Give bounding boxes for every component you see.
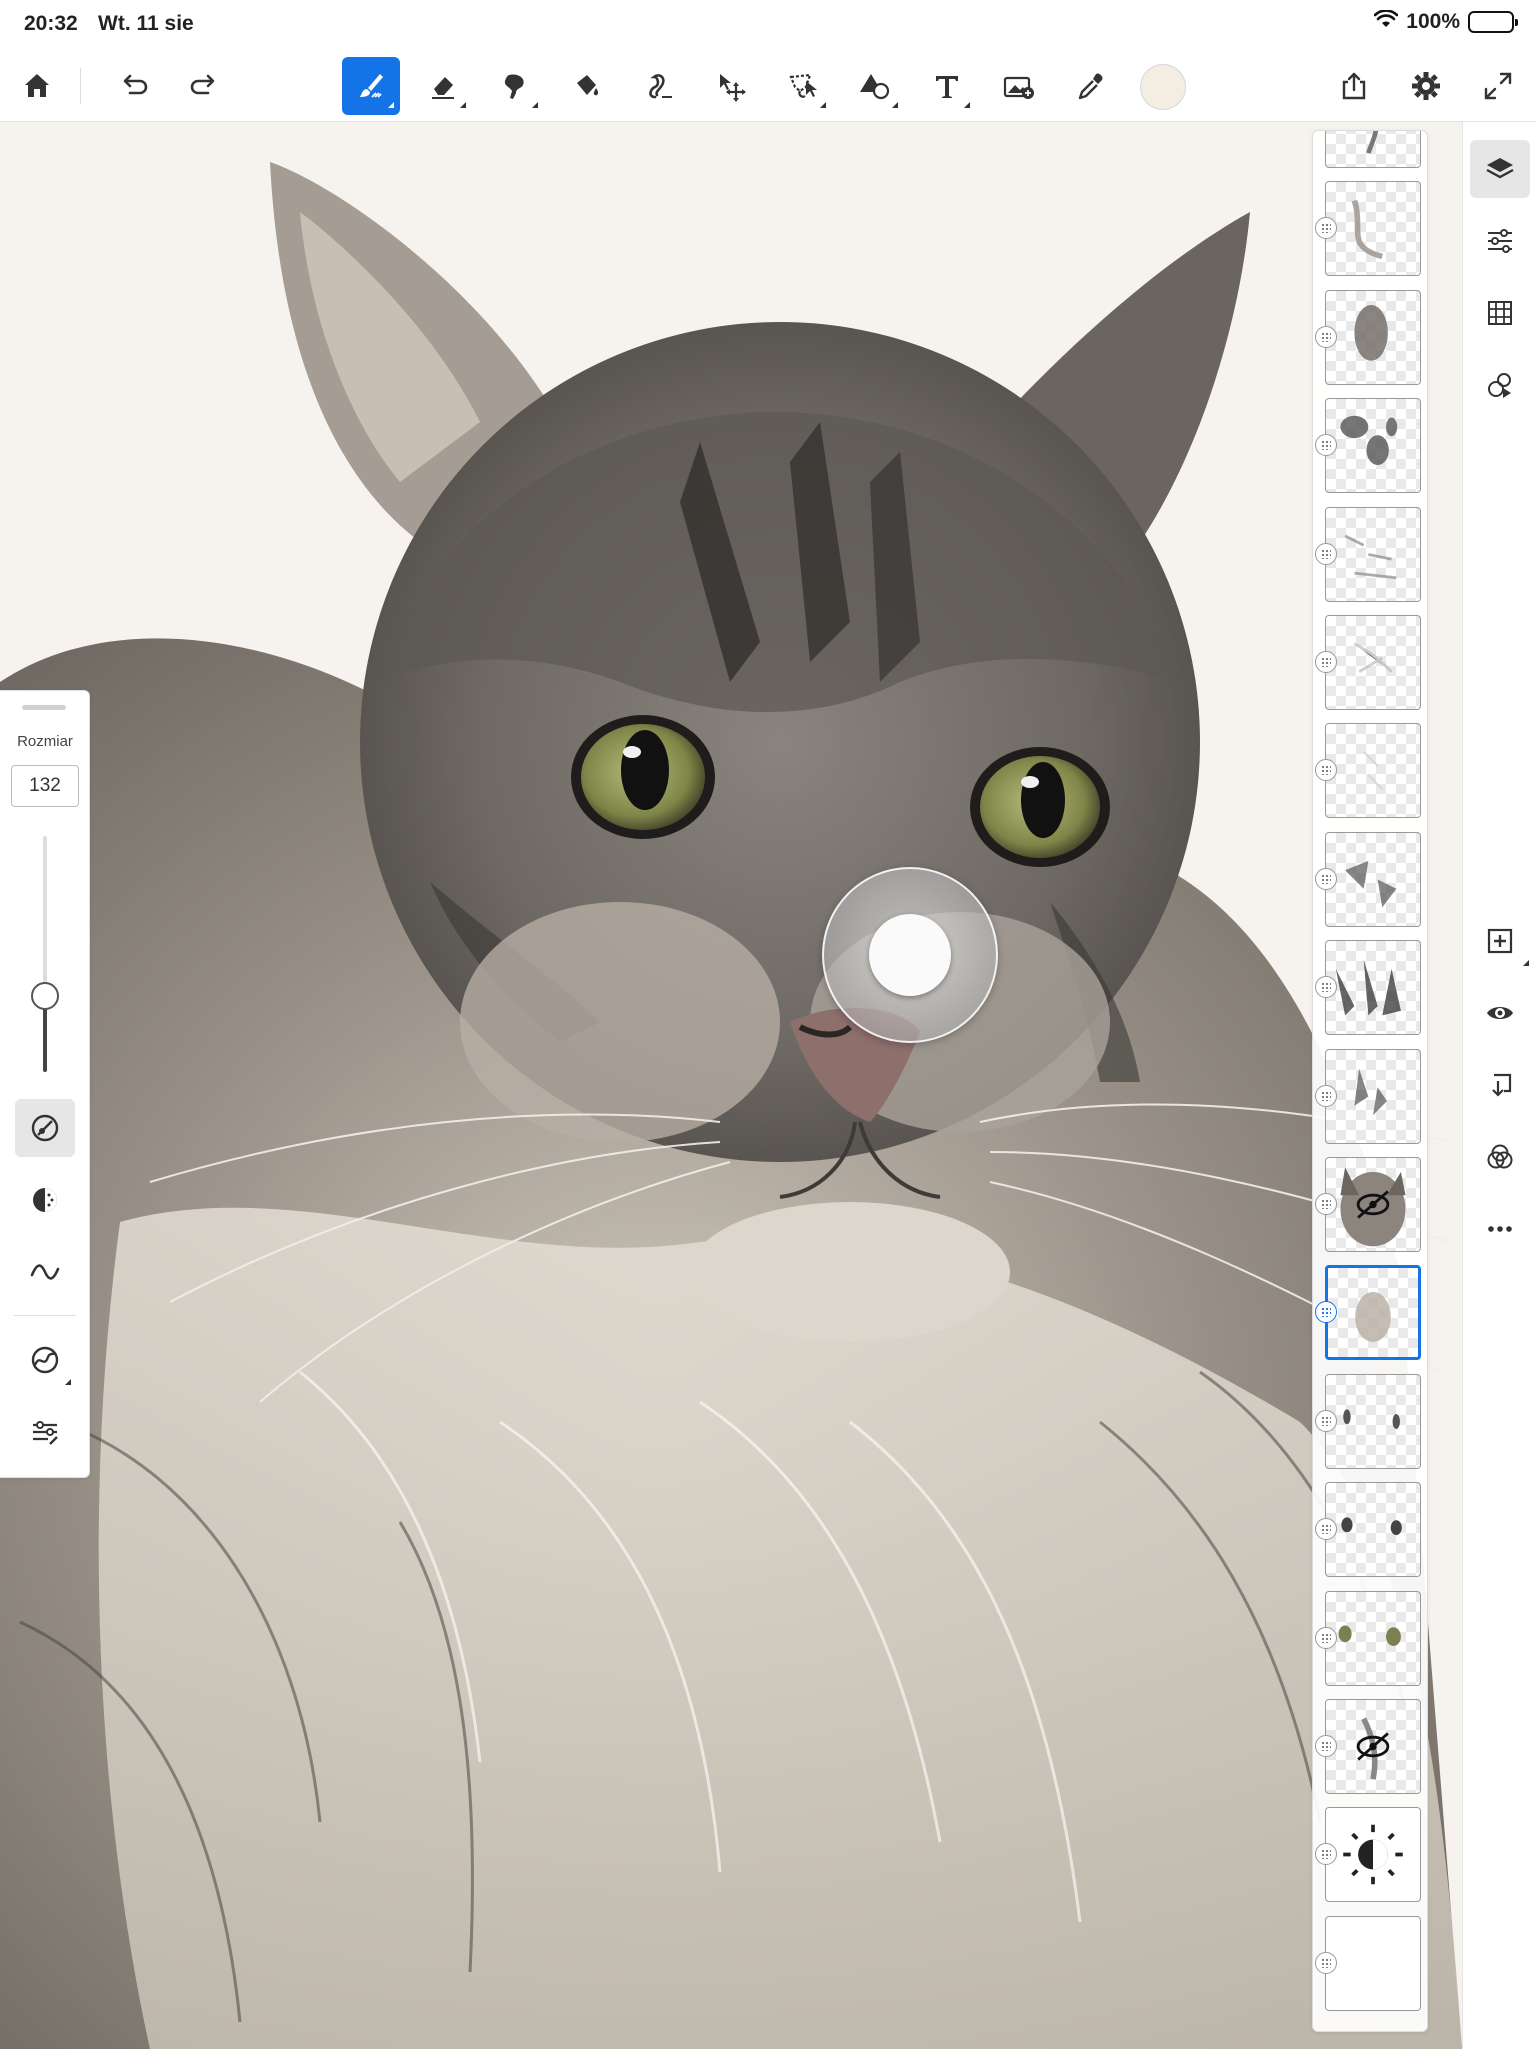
layer-thumbnail[interactable] [1325, 723, 1421, 819]
tool-options-indicator [820, 102, 826, 108]
eyedropper-icon[interactable] [1062, 57, 1120, 115]
layer-thumbnail[interactable] [1325, 181, 1421, 277]
tool-options-indicator [65, 1379, 71, 1385]
redo-icon[interactable] [176, 57, 234, 115]
add-image-icon[interactable] [990, 57, 1048, 115]
size-label: Rozmiar [17, 733, 73, 750]
tool-options-indicator [532, 102, 538, 108]
move-transform-icon[interactable] [702, 57, 760, 115]
layer-drag-handle[interactable] [1315, 542, 1337, 565]
touch-indicator [822, 867, 998, 1043]
cat-painting [0, 122, 1462, 2049]
adjustment-layer-thumbnail[interactable] [1325, 1807, 1421, 1903]
size-input[interactable]: 132 [11, 765, 79, 807]
layer-drag-handle[interactable] [1315, 1409, 1337, 1432]
drawing-canvas[interactable] [0, 122, 1462, 2049]
liquify-icon[interactable] [630, 57, 688, 115]
battery-percent: 100% [1406, 10, 1460, 33]
share-icon[interactable] [1325, 57, 1383, 115]
color-swatch[interactable] [1140, 64, 1186, 110]
right-panel [1462, 122, 1536, 2049]
brightness-icon [1343, 1825, 1403, 1885]
shape-icon[interactable] [846, 57, 904, 115]
layer-drag-handle[interactable] [1315, 325, 1337, 348]
smudge-icon[interactable] [486, 57, 544, 115]
brush-panel: Rozmiar 132 [0, 690, 90, 1478]
paint-brush-icon[interactable] [342, 57, 400, 115]
panel-divider [14, 1315, 76, 1316]
tool-options-indicator [964, 102, 970, 108]
toolbar-divider [80, 68, 81, 104]
grid-icon[interactable] [1470, 284, 1530, 342]
tool-options-indicator [460, 102, 466, 108]
layer-thumbnail[interactable] [1325, 1482, 1421, 1578]
more-icon[interactable] [1470, 1200, 1530, 1258]
panel-grabber[interactable] [22, 705, 66, 710]
layer-drag-handle[interactable] [1315, 1084, 1337, 1107]
tool-options-indicator [388, 102, 394, 108]
wifi-icon [1373, 9, 1399, 34]
layer-thumbnail[interactable] [1325, 1590, 1421, 1686]
layer-thumbnail[interactable] [1325, 131, 1421, 168]
main-toolbar [0, 50, 1536, 122]
opacity-icon[interactable] [15, 1171, 75, 1229]
layer-drag-handle[interactable] [1315, 1735, 1337, 1757]
tool-options-indicator [892, 102, 898, 108]
status-date: Wt. 11 sie [98, 12, 194, 35]
layer-thumbnail[interactable] [1325, 1265, 1421, 1361]
brush-type-icon[interactable] [15, 1331, 75, 1389]
layers-icon[interactable] [1470, 140, 1530, 198]
undo-icon[interactable] [104, 57, 162, 115]
merge-down-icon[interactable] [1470, 1056, 1530, 1114]
status-right: 100% [1373, 9, 1518, 34]
layer-thumbnail[interactable] [1325, 289, 1421, 385]
layer-thumbnail[interactable] [1325, 1048, 1421, 1144]
layer-drag-handle[interactable] [1315, 651, 1337, 673]
layers-panel [1312, 130, 1428, 2032]
touch-point [869, 914, 951, 996]
brush-adjust-icon[interactable] [15, 1403, 75, 1461]
layer-drag-handle[interactable] [1315, 867, 1337, 890]
add-layer-icon[interactable] [1470, 912, 1530, 970]
tool-options-indicator [1523, 960, 1529, 966]
home-icon[interactable] [8, 57, 66, 115]
layer-drag-handle[interactable] [1315, 1951, 1337, 1974]
layer-thumbnail[interactable] [1325, 506, 1421, 602]
eraser-icon[interactable] [414, 57, 472, 115]
fullscreen-icon[interactable] [1469, 57, 1527, 115]
visibility-icon[interactable] [1470, 984, 1530, 1042]
settings-icon[interactable] [1397, 57, 1455, 115]
fill-bucket-icon[interactable] [558, 57, 616, 115]
background-layer-thumbnail[interactable] [1325, 1915, 1421, 2011]
pressure-icon[interactable] [15, 1243, 75, 1301]
blend-effects-icon[interactable] [1470, 356, 1530, 414]
status-bar: 20:32 Wt. 11 sie 100% [0, 0, 1536, 50]
layer-thumbnail[interactable] [1325, 1373, 1421, 1469]
layer-thumbnail[interactable] [1325, 1157, 1421, 1252]
status-time: 20:32 [24, 12, 78, 35]
blend-mode-icon[interactable] [1470, 1128, 1530, 1186]
brush-settings-icon[interactable] [15, 1099, 75, 1157]
layer-drag-handle[interactable] [1315, 1193, 1337, 1215]
size-slider-thumb[interactable] [31, 982, 59, 1011]
text-icon[interactable] [918, 57, 976, 115]
battery-icon [1468, 11, 1518, 33]
layer-thumbnail[interactable] [1325, 1699, 1421, 1794]
layer-drag-handle[interactable] [1315, 1626, 1337, 1649]
adjustments-icon[interactable] [1470, 212, 1530, 270]
layer-thumbnail[interactable] [1325, 615, 1421, 710]
lasso-select-icon[interactable] [774, 57, 832, 115]
layer-thumbnail[interactable] [1325, 398, 1421, 494]
layer-thumbnail[interactable] [1325, 831, 1421, 927]
layer-thumbnail[interactable] [1325, 940, 1421, 1036]
